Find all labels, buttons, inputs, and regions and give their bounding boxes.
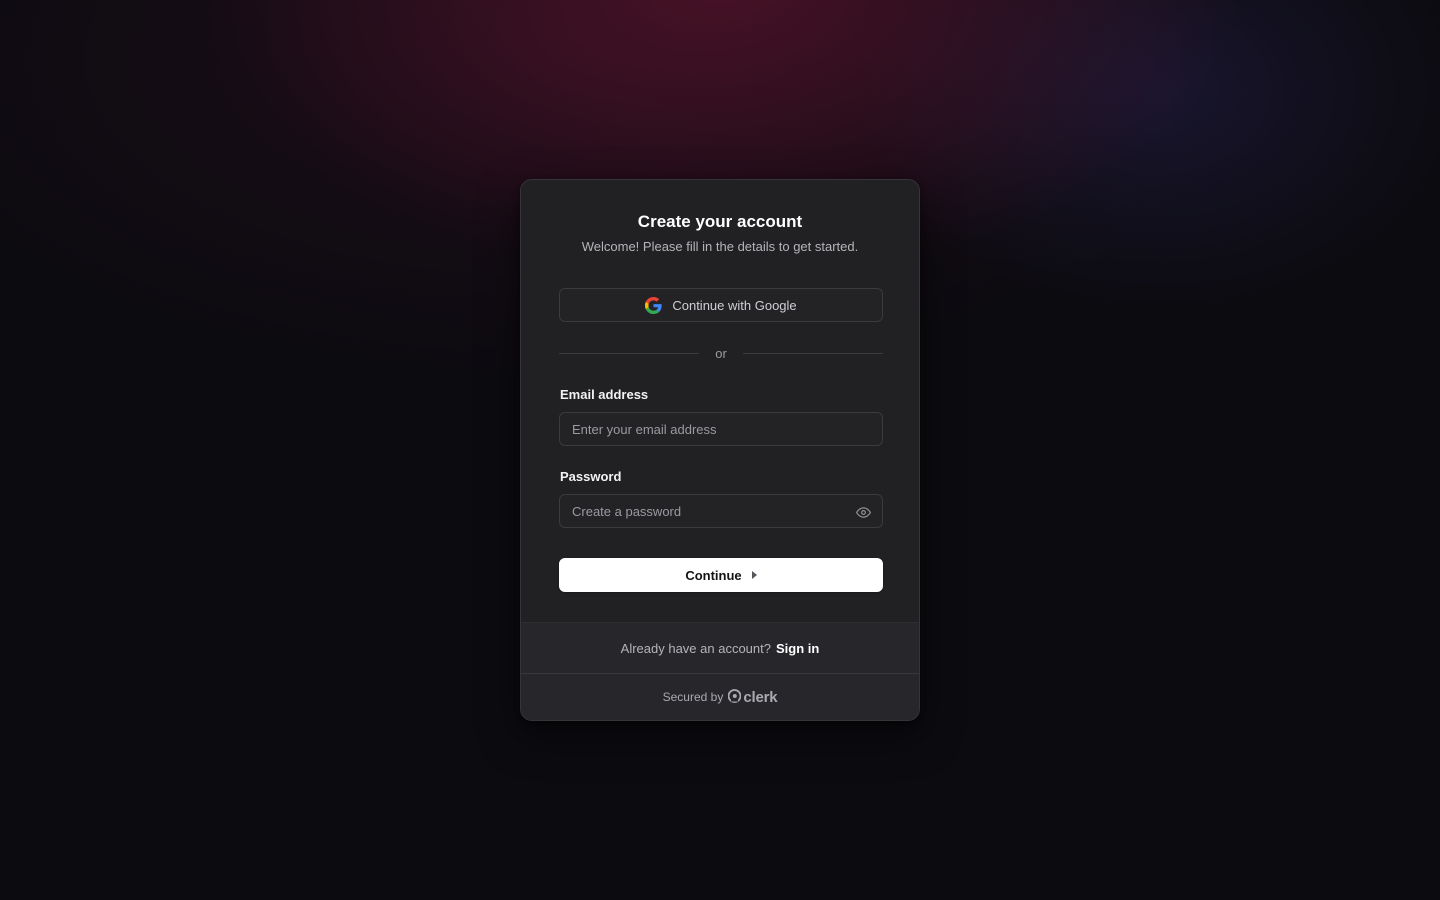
signin-footer: Already have an account? Sign in [521,622,919,673]
signin-prompt: Already have an account? [620,640,771,656]
page-subtitle: Welcome! Please fill in the details to g… [581,239,859,254]
divider-label: or [715,345,727,361]
continue-button[interactable]: Continue [559,558,883,592]
clerk-wordmark: clerk [743,688,778,706]
divider-line-left [559,352,700,354]
password-field[interactable] [559,494,883,528]
password-label: Password [560,469,622,484]
signup-card: Create your account Welcome! Please fill… [520,179,920,721]
secured-by-label: Secured by [662,690,724,704]
signin-link[interactable]: Sign in [776,641,819,656]
card-body: Create your account Welcome! Please fill… [521,180,919,622]
continue-button-label: Continue [685,567,742,583]
google-icon [645,296,662,314]
or-divider: or [559,344,883,362]
secured-by-footer: Secured by clerk [521,673,919,720]
clerk-logo[interactable]: clerk [727,688,778,706]
google-button-label: Continue with Google [672,297,797,313]
clerk-logo-icon [727,688,742,706]
email-field[interactable] [559,412,883,446]
email-label: Email address [560,387,649,402]
continue-with-google-button[interactable]: Continue with Google [559,288,883,322]
caret-right-icon [751,571,757,579]
eye-icon[interactable] [853,502,873,522]
divider-line-right [742,352,883,354]
page-title: Create your account [637,212,803,231]
